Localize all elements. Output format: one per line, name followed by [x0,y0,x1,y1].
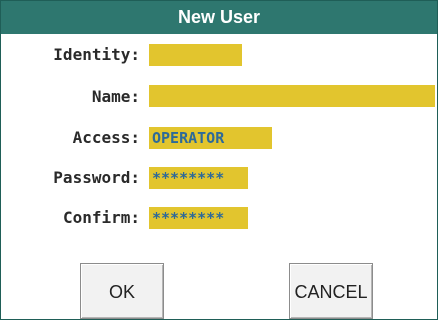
cancel-button[interactable]: CANCEL [289,263,373,319]
ok-button[interactable]: OK [80,263,164,319]
access-field[interactable]: OPERATOR [149,127,272,149]
new-user-dialog: New User Identity: Name: Access: OPERATO… [0,0,438,320]
access-label: Access: [72,128,140,147]
identity-label: Identity: [53,45,140,64]
confirm-label: Confirm: [62,208,140,227]
identity-field[interactable] [149,44,242,66]
password-field[interactable]: ******** [149,167,248,189]
password-label: Password: [53,168,140,187]
name-field[interactable] [149,85,435,107]
name-label: Name: [91,87,140,106]
confirm-field[interactable]: ******** [149,207,248,229]
dialog-title: New User [1,1,437,34]
